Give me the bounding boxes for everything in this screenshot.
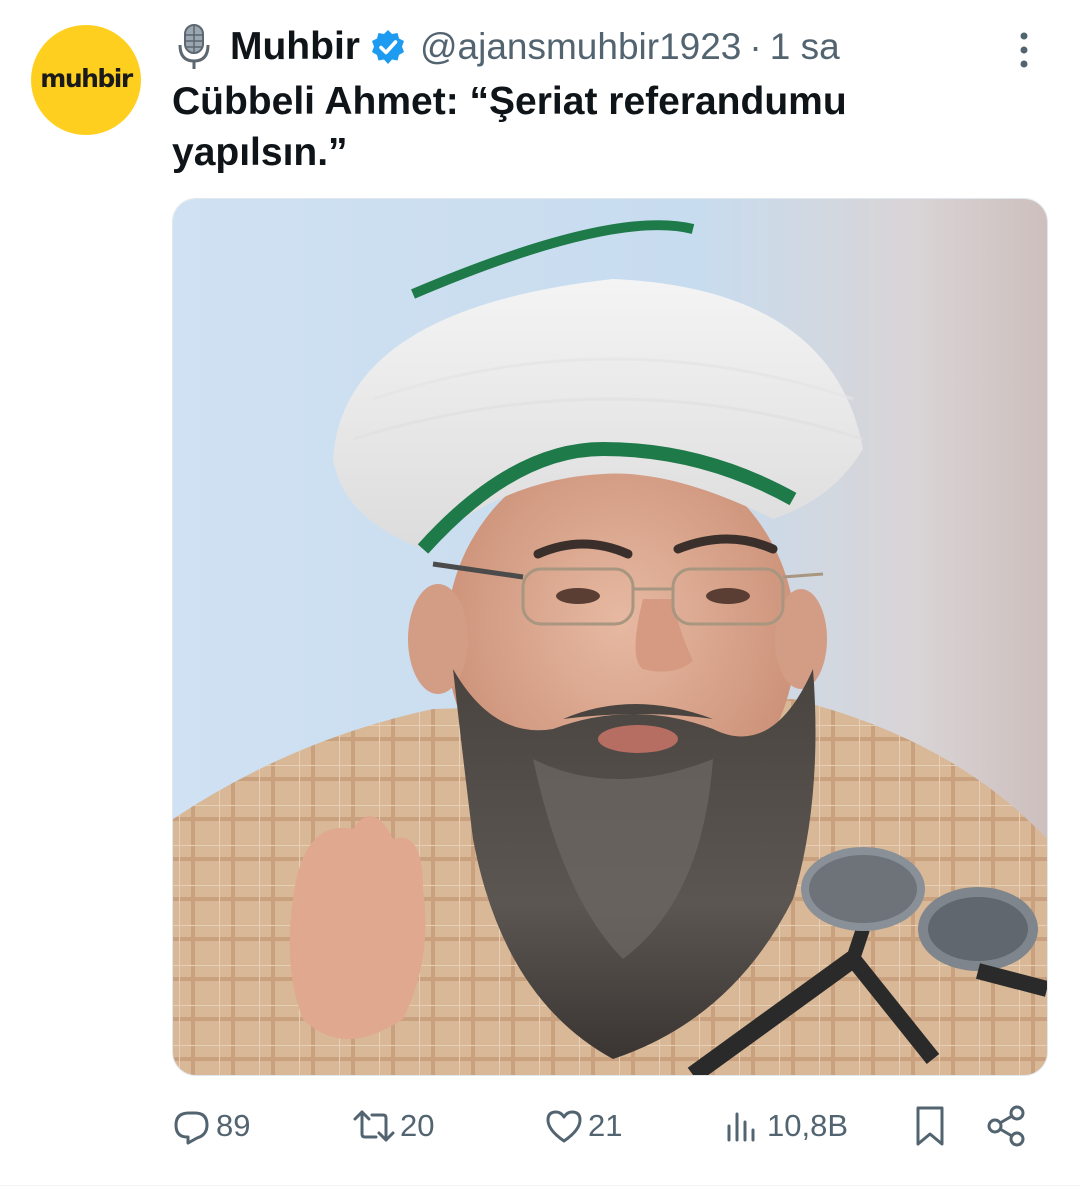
microphone-icon bbox=[178, 24, 210, 69]
verified-badge-icon bbox=[371, 30, 404, 64]
views-icon bbox=[727, 1112, 755, 1142]
reply-icon bbox=[174, 1111, 209, 1145]
user-handle[interactable]: @ajansmuhbir1923 bbox=[420, 26, 741, 68]
retweet-button[interactable]: 20 bbox=[352, 1096, 434, 1156]
tweet-text: Cübbeli Ahmet: “Şeriat referandumu yapıl… bbox=[172, 80, 847, 174]
photo-illustration bbox=[173, 199, 1047, 1075]
tweet-actions: 89 20 21 10,8B bbox=[172, 1096, 1032, 1156]
reply-button[interactable]: 89 bbox=[172, 1096, 250, 1156]
retweet-icon bbox=[353, 1110, 395, 1142]
tweet-header: Muhbir @ajansmuhbir1923 · 1 sa bbox=[172, 22, 840, 72]
bookmark-icon bbox=[916, 1106, 944, 1146]
bookmark-button[interactable] bbox=[910, 1096, 950, 1156]
tweet-photo[interactable] bbox=[172, 198, 1048, 1076]
avatar-logo-text: muhbir bbox=[40, 63, 133, 93]
like-button[interactable]: 21 bbox=[544, 1096, 622, 1156]
like-count: 21 bbox=[588, 1108, 623, 1143]
avatar[interactable]: muhbir bbox=[31, 25, 141, 135]
display-name[interactable]: Muhbir bbox=[230, 25, 360, 69]
retweet-count: 20 bbox=[400, 1108, 435, 1143]
tweet[interactable]: muhbir Muhbir @ajansmuhbir1923 · 1 sa Cü… bbox=[0, 0, 1080, 1190]
more-options-icon[interactable] bbox=[1010, 30, 1038, 70]
views-button[interactable]: 10,8B bbox=[723, 1096, 848, 1156]
share-button[interactable] bbox=[984, 1096, 1028, 1156]
tweet-timestamp[interactable]: 1 sa bbox=[770, 26, 840, 68]
views-count: 10,8B bbox=[767, 1108, 849, 1143]
like-icon bbox=[546, 1110, 582, 1143]
separator-dot: · bbox=[749, 26, 762, 67]
reply-count: 89 bbox=[216, 1108, 251, 1143]
tweet-divider bbox=[0, 1185, 1080, 1186]
share-icon bbox=[987, 1105, 1025, 1147]
